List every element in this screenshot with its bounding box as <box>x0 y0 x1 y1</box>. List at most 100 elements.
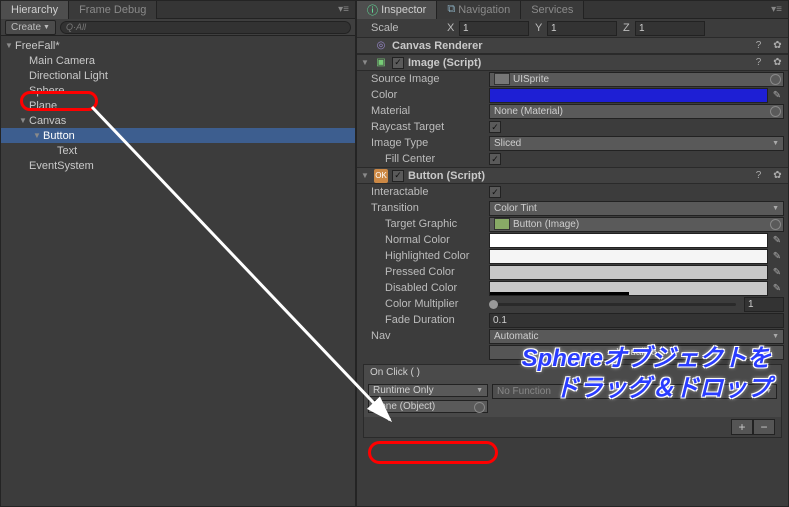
raycast-checkbox[interactable]: ✓ <box>489 121 501 133</box>
highlighted-color-field[interactable] <box>489 249 768 264</box>
prop-label: Image Type <box>371 137 489 149</box>
pressed-color-field[interactable] <box>489 265 768 280</box>
component-title: Image (Script) <box>408 57 746 69</box>
tree-item-sphere[interactable]: Sphere <box>1 83 355 98</box>
tab-services[interactable]: Services <box>521 1 584 19</box>
source-image-field[interactable]: UISprite <box>489 72 784 87</box>
eyedropper-icon[interactable]: ✎ <box>770 233 784 247</box>
prop-image-type: Image Type Sliced▼ <box>357 135 788 151</box>
navigation-dropdown[interactable]: Automatic▼ <box>489 329 784 344</box>
foldout-icon[interactable]: ▼ <box>19 116 29 125</box>
dropdown-value: Sliced <box>494 138 521 149</box>
help-icon[interactable]: ? <box>752 56 765 69</box>
scale-y-input[interactable]: 1 <box>547 21 617 36</box>
prop-label: Color Multiplier <box>371 298 489 310</box>
prop-highlighted-color: Highlighted Color ✎ <box>357 248 788 264</box>
foldout-icon[interactable]: ▼ <box>361 58 370 67</box>
disabled-color-field[interactable] <box>489 281 768 296</box>
image-type-dropdown[interactable]: Sliced▼ <box>489 136 784 151</box>
prop-label: Color <box>371 89 489 101</box>
tab-navigation[interactable]: ⧉ Navigation <box>437 1 521 19</box>
target-graphic-field[interactable]: Button (Image) <box>489 217 784 232</box>
transition-dropdown[interactable]: Color Tint▼ <box>489 201 784 216</box>
tree-item-plane[interactable]: Plane <box>1 98 355 113</box>
annotation-line1: Sphereオブジェクトを <box>522 345 771 372</box>
scale-x-input[interactable]: 1 <box>459 21 529 36</box>
prop-fill-center: Fill Center ✓ <box>357 151 788 167</box>
tree-item-eventsystem[interactable]: EventSystem <box>1 158 355 173</box>
nav-icon: ⧉ <box>447 3 455 16</box>
prop-label: Target Graphic <box>371 218 489 230</box>
canvas-renderer-icon: ◎ <box>374 39 388 53</box>
foldout-icon[interactable]: ▼ <box>33 131 43 140</box>
tree-item-canvas[interactable]: ▼Canvas <box>1 113 355 128</box>
tree-root[interactable]: ▼FreeFall* <box>1 38 355 53</box>
eyedropper-icon[interactable]: ✎ <box>770 249 784 263</box>
prop-label: Highlighted Color <box>371 250 489 262</box>
sprite-icon <box>494 73 510 85</box>
tab-inspector[interactable]: ⓘ Inspector <box>357 1 437 19</box>
prop-label: Material <box>371 105 489 117</box>
prop-label: Pressed Color <box>371 266 489 278</box>
foldout-icon[interactable]: ▼ <box>361 171 370 180</box>
panel-menu-icon[interactable]: ▾≡ <box>771 4 782 15</box>
color-field[interactable] <box>489 88 768 103</box>
hierarchy-search-input[interactable]: Q·All <box>60 21 351 34</box>
hierarchy-panel: Hierarchy Frame Debug ▾≡ Create▼ Q·All ▼… <box>0 0 356 507</box>
create-button[interactable]: Create▼ <box>5 20 56 35</box>
prop-label: Fill Center <box>371 153 489 165</box>
gear-icon[interactable]: ✿ <box>771 39 784 52</box>
interactable-checkbox[interactable]: ✓ <box>489 186 501 198</box>
eyedropper-icon[interactable]: ✎ <box>770 265 784 279</box>
prop-label: Normal Color <box>371 234 489 246</box>
fill-center-checkbox[interactable]: ✓ <box>489 153 501 165</box>
object-picker-icon[interactable] <box>770 74 781 85</box>
component-button[interactable]: ▼ OK ✓ Button (Script) ? ✿ <box>357 167 788 184</box>
tree-item-label: Text <box>57 145 77 157</box>
scale-y-label: Y <box>535 22 547 34</box>
gear-icon[interactable]: ✿ <box>771 169 784 182</box>
foldout-icon[interactable]: ▼ <box>5 41 15 50</box>
tree-item-directional-light[interactable]: Directional Light <box>1 68 355 83</box>
component-enable-checkbox[interactable]: ✓ <box>392 170 404 182</box>
component-canvas-renderer[interactable]: ◎ Canvas Renderer ? ✿ <box>357 37 788 54</box>
button-script-icon: OK <box>374 169 388 183</box>
object-picker-icon[interactable] <box>474 402 485 413</box>
eyedropper-icon[interactable]: ✎ <box>770 88 784 102</box>
component-image[interactable]: ▼ ▣ ✓ Image (Script) ? ✿ <box>357 54 788 71</box>
dropdown-value: Color Tint <box>494 203 537 214</box>
help-icon[interactable]: ? <box>752 169 765 182</box>
object-picker-icon[interactable] <box>770 219 781 230</box>
tree-item-label: Canvas <box>29 115 66 127</box>
scale-z-input[interactable]: 1 <box>635 21 705 36</box>
panel-menu-icon[interactable]: ▾≡ <box>338 4 349 15</box>
normal-color-field[interactable] <box>489 233 768 248</box>
color-multiplier-slider[interactable] <box>489 303 736 306</box>
add-event-button[interactable]: + <box>731 419 753 435</box>
object-picker-icon[interactable] <box>770 106 781 117</box>
component-enable-checkbox[interactable]: ✓ <box>392 57 404 69</box>
eyedropper-icon[interactable]: ✎ <box>770 281 784 295</box>
tab-hierarchy[interactable]: Hierarchy <box>1 1 69 19</box>
tree-item-button[interactable]: ▼Button <box>1 128 355 143</box>
tree-item-label: Directional Light <box>29 70 108 82</box>
remove-event-button[interactable]: − <box>753 419 775 435</box>
prop-color-multiplier: Color Multiplier 1 <box>357 296 788 312</box>
tab-framedebug-label: Frame Debug <box>79 4 146 16</box>
image-icon <box>494 218 510 230</box>
tree-item-text[interactable]: Text <box>1 143 355 158</box>
runtime-dropdown[interactable]: Runtime Only▼ <box>368 384 488 397</box>
gear-icon[interactable]: ✿ <box>771 56 784 69</box>
fade-duration-input[interactable]: 0.1 <box>489 313 784 328</box>
event-target-field[interactable]: None (Object) <box>368 400 488 413</box>
prop-target-graphic: Target Graphic Button (Image) <box>357 216 788 232</box>
material-field[interactable]: None (Material) <box>489 104 784 119</box>
tree-item-main-camera[interactable]: Main Camera <box>1 53 355 68</box>
prop-navigation: Nav Automatic▼ <box>357 328 788 344</box>
annotation-line2: ドラッグ＆ドロップ <box>555 375 771 402</box>
help-icon[interactable]: ? <box>752 39 765 52</box>
color-multiplier-input[interactable]: 1 <box>744 297 784 312</box>
hierarchy-toolbar: Create▼ Q·All <box>1 19 355 36</box>
tree-item-label: Button <box>43 130 75 142</box>
tab-framedebug[interactable]: Frame Debug <box>69 1 157 19</box>
